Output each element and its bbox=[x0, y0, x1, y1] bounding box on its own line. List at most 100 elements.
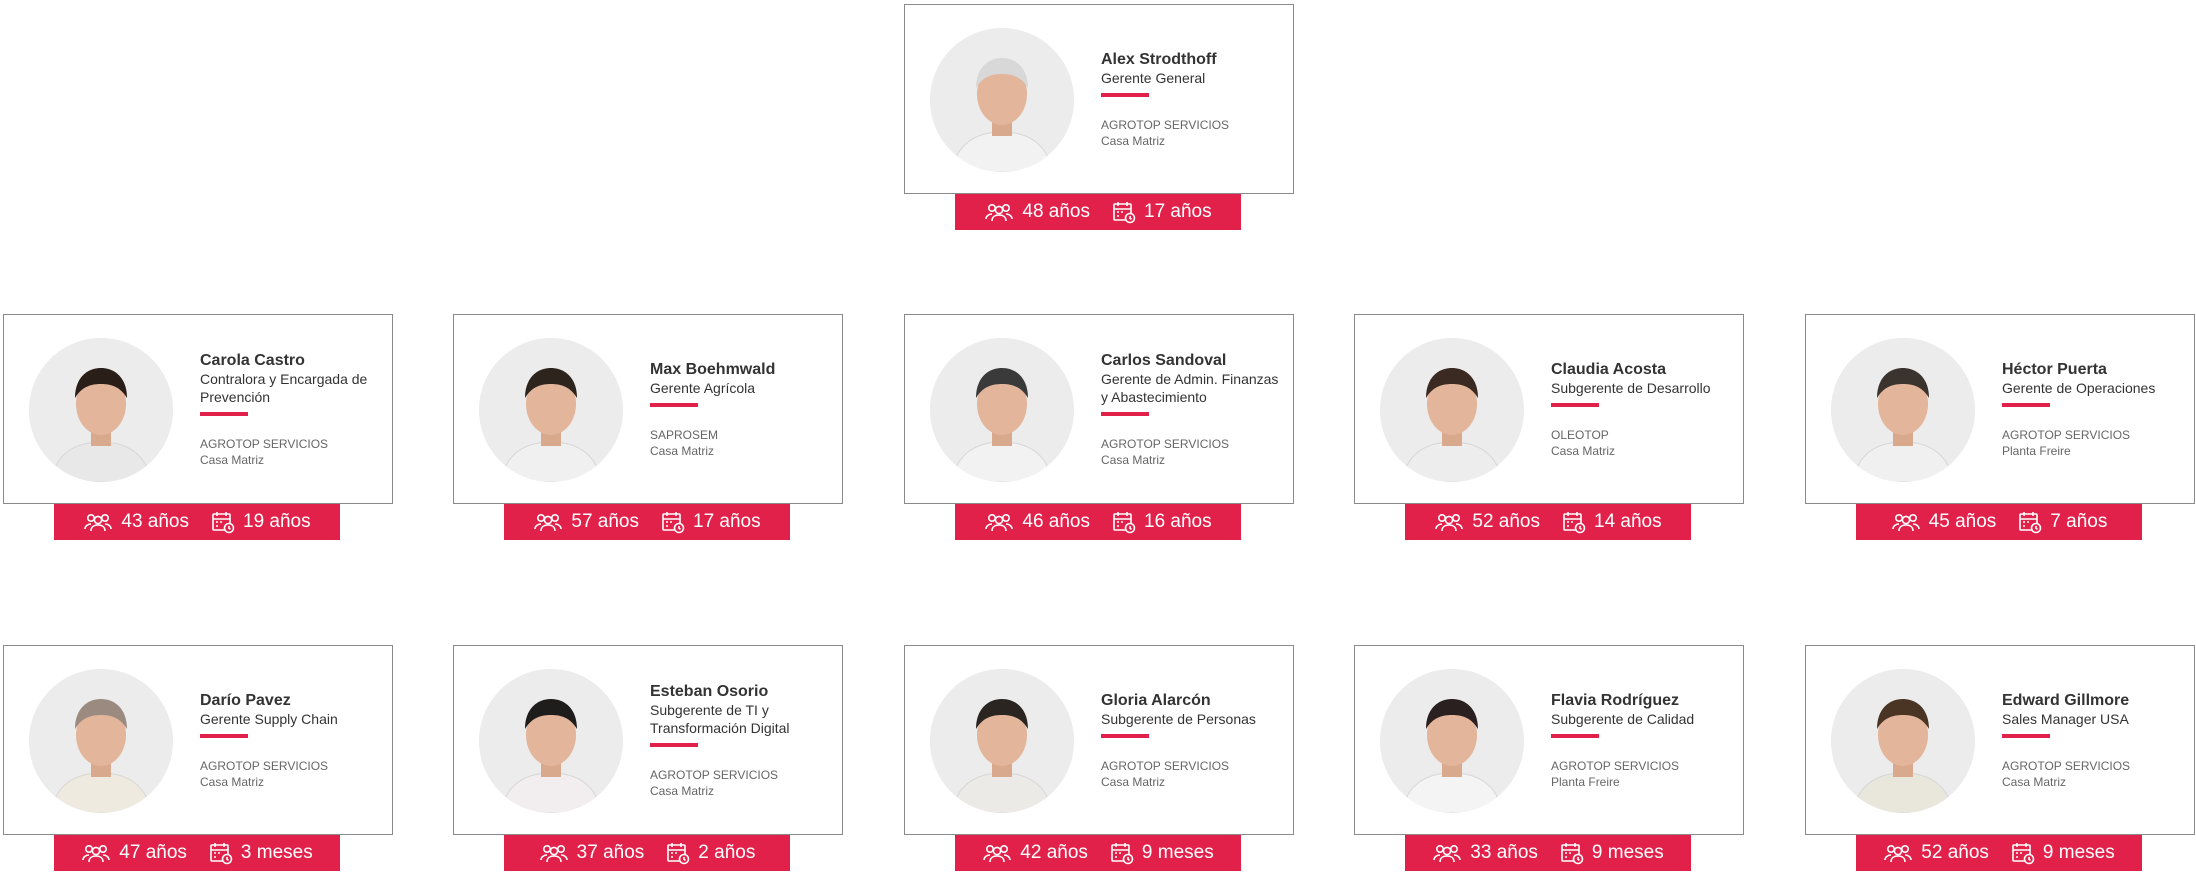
person-card[interactable]: Max Boehmwald Gerente Agrícola SAPROSEM Cas… bbox=[453, 314, 843, 504]
person-name: Carlos Sandoval bbox=[1101, 351, 1227, 369]
person-company: AGROTOP SERVICIOS bbox=[200, 758, 329, 773]
person-node: Claudia Acosta Subgerente de Desarrollo OL… bbox=[1354, 314, 1744, 540]
person-card[interactable]: Edward Gillmore Sales Manager USA AGROTOP … bbox=[1805, 645, 2195, 835]
people-group-icon bbox=[539, 843, 569, 863]
person-card[interactable]: Carola Castro Contralora y Encargada de P… bbox=[3, 314, 393, 504]
tenure-stat: 17 años bbox=[661, 510, 761, 534]
age-value: 45 años bbox=[1928, 511, 1997, 532]
age-stat: 57 años bbox=[533, 511, 639, 533]
person-card[interactable]: Flavia Rodríguez Subgerente de Calidad AGR… bbox=[1354, 645, 1744, 835]
age-value: 52 años bbox=[1472, 511, 1540, 532]
avatar bbox=[479, 669, 623, 813]
person-card[interactable]: Darío Pavez Gerente Supply Chain AGROTOP S… bbox=[3, 645, 393, 835]
people-group-icon bbox=[1432, 843, 1462, 863]
person-node: Max Boehmwald Gerente Agrícola SAPROSEM Cas… bbox=[453, 314, 843, 540]
age-stat: 52 años bbox=[1883, 842, 1989, 864]
person-name: Max Boehmwald bbox=[650, 360, 776, 378]
person-info: Claudia Acosta Subgerente de Desarrollo OL… bbox=[1551, 315, 1735, 503]
stats-bar: 46 años 16 años bbox=[955, 504, 1241, 540]
age-value: 43 años bbox=[121, 511, 189, 532]
person-info: Darío Pavez Gerente Supply Chain AGROTOP S… bbox=[200, 646, 384, 834]
person-role: Subgerente de Desarrollo bbox=[1551, 379, 1711, 396]
stats-bar: 57 años 17 años bbox=[504, 504, 790, 540]
person-info: Gloria Alarcón Subgerente de Personas AGRO… bbox=[1101, 646, 1285, 834]
person-name: Edward Gillmore bbox=[2002, 691, 2130, 709]
person-card[interactable]: Carlos Sandoval Gerente de Admin. Finanza… bbox=[904, 314, 1294, 504]
person-role: Gerente Supply Chain bbox=[200, 710, 338, 727]
person-role: Contralora y Encargada de Prevención bbox=[200, 370, 368, 405]
people-group-icon bbox=[1891, 512, 1921, 532]
person-node: Flavia Rodríguez Subgerente de Calidad AGR… bbox=[1354, 645, 1744, 871]
accent-divider bbox=[1551, 733, 1599, 738]
avatar bbox=[930, 669, 1074, 813]
person-name: Carola Castro bbox=[200, 351, 305, 369]
person-location: Casa Matriz bbox=[1101, 774, 1166, 789]
accent-divider bbox=[1101, 92, 1149, 97]
avatar bbox=[29, 338, 173, 482]
calendar-clock-icon bbox=[209, 841, 233, 865]
age-value: 42 años bbox=[1020, 842, 1088, 863]
person-company: AGROTOP SERVICIOS bbox=[1101, 436, 1230, 451]
accent-divider bbox=[1101, 411, 1149, 416]
person-card[interactable]: Claudia Acosta Subgerente de Desarrollo OL… bbox=[1354, 314, 1744, 504]
tenure-stat: 17 años bbox=[1112, 200, 1212, 224]
age-stat: 52 años bbox=[1434, 511, 1540, 533]
person-company: AGROTOP SERVICIOS bbox=[1551, 758, 1680, 773]
calendar-clock-icon bbox=[1112, 200, 1136, 224]
person-card[interactable]: Gloria Alarcón Subgerente de Personas AGRO… bbox=[904, 645, 1294, 835]
person-card[interactable]: Alex Strodthoff Gerente General AGROTOP SE… bbox=[904, 4, 1294, 194]
person-role: Subgerente de TI y Transformación Digita… bbox=[650, 701, 790, 736]
person-location: Casa Matriz bbox=[1551, 443, 1616, 458]
stats-bar: 52 años 9 meses bbox=[1856, 835, 2142, 871]
stats-bar: 45 años 7 años bbox=[1856, 504, 2142, 540]
avatar bbox=[930, 338, 1074, 482]
tenure-value: 17 años bbox=[693, 511, 761, 532]
person-card[interactable]: Esteban Osorio Subgerente de TI y Transfo… bbox=[453, 645, 843, 835]
person-node: Esteban Osorio Subgerente de TI y Transfo… bbox=[453, 645, 843, 871]
person-info: Edward Gillmore Sales Manager USA AGROTOP … bbox=[2002, 646, 2186, 834]
person-role: Gerente de Operaciones bbox=[2002, 379, 2156, 396]
person-info: Esteban Osorio Subgerente de TI y Transfo… bbox=[650, 646, 834, 834]
calendar-clock-icon bbox=[1112, 510, 1136, 534]
person-role: Sales Manager USA bbox=[2002, 710, 2129, 727]
avatar bbox=[930, 28, 1074, 172]
tenure-value: 19 años bbox=[243, 511, 311, 532]
person-node: Edward Gillmore Sales Manager USA AGROTOP … bbox=[1805, 645, 2195, 871]
person-card[interactable]: Héctor Puerta Gerente de Operaciones AGROT… bbox=[1805, 314, 2195, 504]
people-group-icon bbox=[984, 512, 1014, 532]
person-node: Alex Strodthoff Gerente General AGROTOP SE… bbox=[904, 4, 1294, 230]
calendar-clock-icon bbox=[661, 510, 685, 534]
age-value: 37 años bbox=[576, 842, 645, 863]
person-info: Flavia Rodríguez Subgerente de Calidad AGR… bbox=[1551, 646, 1735, 834]
person-info: Carola Castro Contralora y Encargada de P… bbox=[200, 315, 384, 503]
person-location: Casa Matriz bbox=[200, 452, 265, 467]
avatar bbox=[1831, 338, 1975, 482]
stats-bar: 43 años 19 años bbox=[54, 504, 340, 540]
tenure-value: 9 meses bbox=[1591, 842, 1664, 863]
tenure-stat: 7 años bbox=[2018, 510, 2107, 534]
accent-divider bbox=[200, 411, 248, 416]
age-value: 47 años bbox=[119, 842, 187, 863]
tenure-stat: 9 meses bbox=[2011, 841, 2115, 865]
tenure-stat: 19 años bbox=[211, 510, 311, 534]
tenure-value: 2 años bbox=[698, 842, 756, 863]
tenure-value: 16 años bbox=[1144, 511, 1212, 532]
person-location: Casa Matriz bbox=[650, 783, 715, 798]
age-value: 33 años bbox=[1470, 842, 1538, 863]
calendar-clock-icon bbox=[211, 510, 235, 534]
avatar bbox=[1831, 669, 1975, 813]
avatar bbox=[29, 669, 173, 813]
person-location: Planta Freire bbox=[2002, 443, 2071, 458]
person-company: AGROTOP SERVICIOS bbox=[1101, 758, 1230, 773]
tenure-stat: 9 meses bbox=[1560, 841, 1664, 865]
age-stat: 43 años bbox=[83, 511, 189, 533]
age-value: 46 años bbox=[1022, 511, 1090, 532]
accent-divider bbox=[650, 402, 698, 407]
person-location: Casa Matriz bbox=[1101, 452, 1166, 467]
tenure-stat: 14 años bbox=[1562, 510, 1662, 534]
person-name: Darío Pavez bbox=[200, 691, 291, 709]
calendar-clock-icon bbox=[666, 841, 690, 865]
stats-bar: 48 años 17 años bbox=[955, 194, 1241, 230]
age-value: 48 años bbox=[1022, 201, 1090, 222]
accent-divider bbox=[1101, 733, 1149, 738]
